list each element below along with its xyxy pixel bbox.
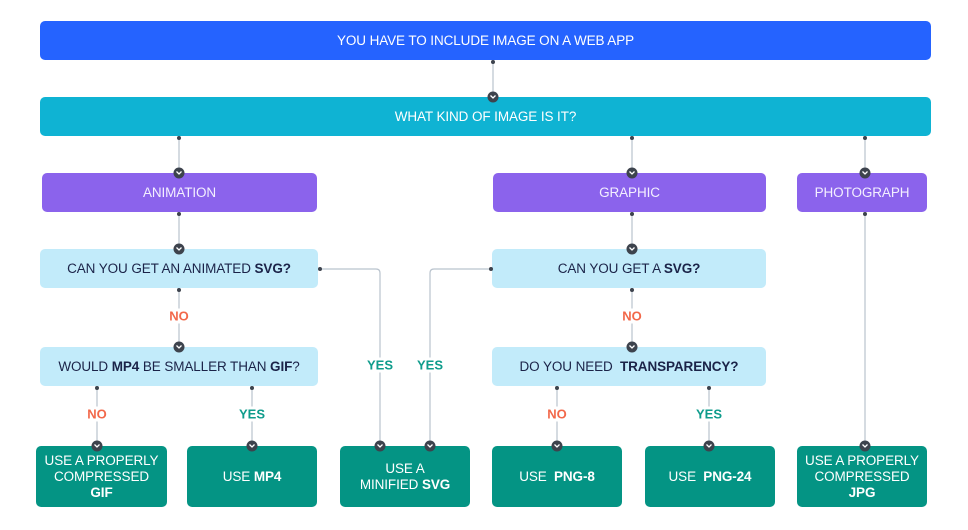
image-kind-question: WHAT KIND OF IMAGE IS IT? xyxy=(40,97,931,136)
connector-dot xyxy=(177,212,181,216)
chevron-down-icon xyxy=(424,440,436,452)
category-animation-label: ANIMATION xyxy=(142,184,217,200)
result-line: COMPRESSED xyxy=(53,468,150,484)
chevron-down-icon xyxy=(859,440,871,452)
chevron-down-icon xyxy=(859,167,871,179)
question-emphasis: SVG? xyxy=(254,260,291,276)
result-svg: USE A MINIFIED SVG xyxy=(340,446,470,507)
chevron-down-icon xyxy=(374,440,386,452)
edge-label-transparency-no: NO xyxy=(545,406,569,422)
category-animation: ANIMATION xyxy=(42,173,317,212)
edge-label-mp4-no: NO xyxy=(85,406,109,422)
question-svg: CAN YOU GET A SVG? xyxy=(492,249,766,288)
result-line: MINIFIED xyxy=(359,476,422,492)
question-text: CAN YOU GET A xyxy=(557,260,664,276)
result-mp4-text: USE MP4 xyxy=(223,469,282,485)
chevron-down-icon xyxy=(173,167,185,179)
result-line: USE A PROPERLY xyxy=(44,452,159,468)
category-photograph: PHOTOGRAPH xyxy=(797,173,927,212)
connector-dot xyxy=(707,386,711,390)
chevron-down-icon xyxy=(626,243,638,255)
connector-dot xyxy=(489,267,493,271)
question-svg-text: CAN YOU GET A SVG? xyxy=(558,261,701,277)
question-transparency-text: DO YOU NEED TRANSPARENCY? xyxy=(520,359,739,375)
result-format: JPG xyxy=(848,484,876,500)
result-format: GIF xyxy=(90,484,113,500)
start-label: YOU HAVE TO INCLUDE IMAGE ON A WEB APP xyxy=(336,32,635,48)
edge-label-animated-svg-yes: YES xyxy=(364,357,396,373)
result-jpg: USE A PROPERLY COMPRESSED JPG xyxy=(797,446,927,507)
result-format: MP4 xyxy=(253,468,282,484)
connector-dot xyxy=(630,212,634,216)
question-emphasis: SVG? xyxy=(663,260,701,276)
category-photograph-label: PHOTOGRAPH xyxy=(814,184,910,200)
result-png24-text: USE PNG-24 xyxy=(669,469,752,485)
start-node: YOU HAVE TO INCLUDE IMAGE ON A WEB APP xyxy=(40,21,931,60)
connector-dot xyxy=(177,136,181,140)
chevron-down-icon xyxy=(626,167,638,179)
connector-dot xyxy=(177,288,181,292)
question-text: DO YOU NEED xyxy=(519,358,620,374)
edge-label-mp4-yes: YES xyxy=(236,406,268,422)
question-text: CAN YOU GET AN ANIMATED xyxy=(67,260,255,276)
question-text: BE SMALLER THAN xyxy=(139,358,271,374)
chevron-down-icon xyxy=(91,440,103,452)
connector-dot xyxy=(250,386,254,390)
result-png8: USE PNG-8 xyxy=(492,446,622,507)
connector-dot xyxy=(630,136,634,140)
chevron-down-icon xyxy=(173,243,185,255)
result-line: USE xyxy=(222,468,254,484)
question-transparency: DO YOU NEED TRANSPARENCY? xyxy=(492,347,766,386)
result-format: PNG-24 xyxy=(703,468,752,484)
question-mp4-vs-gif: WOULD MP4 BE SMALLER THAN GIF? xyxy=(40,347,318,386)
question-emphasis: MP4 xyxy=(111,358,140,374)
result-line: USE A PROPERLY xyxy=(805,452,919,468)
connector-dot xyxy=(555,386,559,390)
result-line: USE xyxy=(668,468,704,484)
connector-dot xyxy=(863,136,867,140)
edge-label-svg-yes: YES xyxy=(414,357,446,373)
chevron-down-icon xyxy=(626,341,638,353)
edge-label-svg-no: NO xyxy=(620,308,644,324)
result-gif-text: USE A PROPERLY COMPRESSED GIF xyxy=(45,453,159,501)
edge-label-animated-svg-no: NO xyxy=(167,308,191,324)
question-animated-svg-text: CAN YOU GET AN ANIMATED SVG? xyxy=(67,261,291,277)
result-svg-text: USE A MINIFIED SVG xyxy=(360,461,450,493)
result-jpg-text: USE A PROPERLY COMPRESSED JPG xyxy=(805,453,919,501)
result-line: COMPRESSED xyxy=(814,468,910,484)
question-text: WOULD xyxy=(58,358,112,374)
result-line: USE A xyxy=(385,460,425,476)
chevron-down-icon xyxy=(173,341,185,353)
connector-dot xyxy=(318,267,322,271)
connector-dot xyxy=(630,288,634,292)
chevron-down-icon xyxy=(246,440,258,452)
chevron-down-icon xyxy=(551,440,563,452)
question-text: ? xyxy=(292,358,300,374)
question-emphasis: TRANSPARENCY? xyxy=(620,358,739,374)
connector-dot xyxy=(863,212,867,216)
result-format: PNG-8 xyxy=(554,468,595,484)
edge-label-transparency-yes: YES xyxy=(693,406,725,422)
result-png8-text: USE PNG-8 xyxy=(519,469,595,485)
result-png24: USE PNG-24 xyxy=(645,446,775,507)
result-format: SVG xyxy=(421,476,451,492)
connector-dot xyxy=(491,60,495,64)
category-graphic-label: GRAPHIC xyxy=(599,184,660,200)
question-emphasis: GIF xyxy=(270,358,293,374)
category-graphic: GRAPHIC xyxy=(493,173,766,212)
result-gif: USE A PROPERLY COMPRESSED GIF xyxy=(36,446,167,507)
chevron-down-icon xyxy=(703,440,715,452)
result-mp4: USE MP4 xyxy=(187,446,317,507)
image-kind-label: WHAT KIND OF IMAGE IS IT? xyxy=(394,108,577,124)
result-line: USE xyxy=(519,468,554,484)
question-mp4-text: WOULD MP4 BE SMALLER THAN GIF? xyxy=(58,359,299,375)
question-animated-svg: CAN YOU GET AN ANIMATED SVG? xyxy=(40,249,318,288)
connector-dot xyxy=(95,386,99,390)
chevron-down-icon xyxy=(487,91,499,103)
